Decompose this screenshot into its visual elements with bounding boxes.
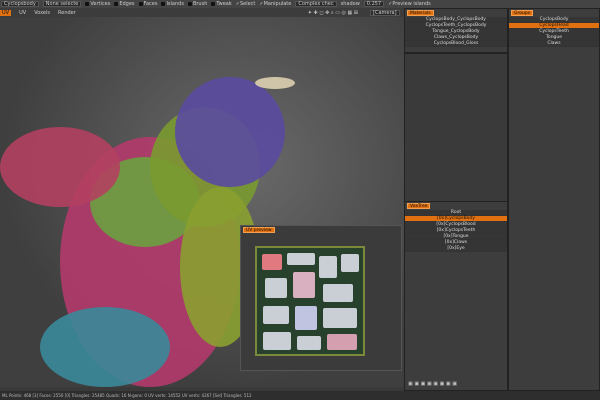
mode-tweak[interactable]: Tweak — [211, 1, 232, 7]
view-icons[interactable]: ✦ ✚ ◻ ✥ ⌕ ▭ ◎ ▦ ⊞ — [308, 10, 358, 16]
select-checkbox[interactable]: ✓Select — [236, 1, 256, 7]
uv-preview-window[interactable]: UV preview — [240, 225, 402, 371]
voxtree-item[interactable]: [0x]Eye — [405, 246, 507, 252]
menu-uv-room[interactable]: UV — [0, 9, 12, 16]
voxtree-title: VoxTree — [407, 203, 431, 209]
mode-select[interactable]: Complex chec — [295, 1, 337, 7]
model-horn — [255, 77, 295, 89]
preview-islands-checkbox[interactable]: ✓Preview islands — [388, 1, 431, 7]
groups-panel: Groups CyclopsBody CyclopsHead CyclopsTe… — [508, 8, 600, 391]
menu-voxels[interactable]: Voxels — [34, 10, 50, 16]
uv-preview-title: UV preview — [243, 227, 275, 233]
mode-edges[interactable]: Edges — [114, 1, 135, 7]
material-item[interactable]: CyclopsBlood_Gloss — [405, 41, 507, 47]
mode-brush[interactable]: Brush — [187, 1, 207, 7]
top-toolbar: Cyclopsbody None selecte Vertices Edges … — [0, 0, 600, 8]
menu-bar: UV UV Voxels Render ✦ ✚ ◻ ✥ ⌕ ▭ ◎ ▦ ⊞ [C… — [0, 8, 404, 17]
model-legs — [40, 307, 170, 387]
manipulate-checkbox[interactable]: ✓Manipulate — [259, 1, 291, 7]
mode-islands[interactable]: Islands — [161, 1, 184, 7]
shadow-label: shadow — [340, 1, 360, 7]
menu-uv[interactable]: UV — [19, 10, 26, 16]
camera-select[interactable]: [Camera] — [370, 9, 400, 16]
voxtree-panel: VoxTree Root [0x]CyclopsBody [0x]Cyclops… — [404, 201, 508, 391]
materials-panel: Materials CyclopsBody_CyclopsBody Cyclop… — [404, 8, 508, 53]
status-bar: ML Points: 468 [3] Faces: 2550 [0] Trian… — [0, 391, 600, 400]
voxtree-action-icons[interactable]: ▣ ▣ ▣ ▣ ▣ ▣ ▣ ▣ — [408, 381, 457, 387]
model-arm — [0, 127, 120, 207]
model-head — [175, 77, 285, 187]
menu-render[interactable]: Render — [58, 10, 76, 16]
value-input[interactable]: 0.257 — [363, 1, 385, 7]
mode-faces[interactable]: Faces — [138, 1, 157, 7]
materials-title: Materials — [407, 10, 434, 16]
uv-texture — [255, 246, 365, 356]
groups-title: Groups — [511, 10, 534, 16]
selection-select[interactable]: None selecte — [42, 1, 82, 7]
mode-vertices[interactable]: Vertices — [85, 1, 110, 7]
group-item[interactable]: Claws — [509, 41, 599, 47]
object-select[interactable]: Cyclopsbody — [1, 1, 39, 7]
